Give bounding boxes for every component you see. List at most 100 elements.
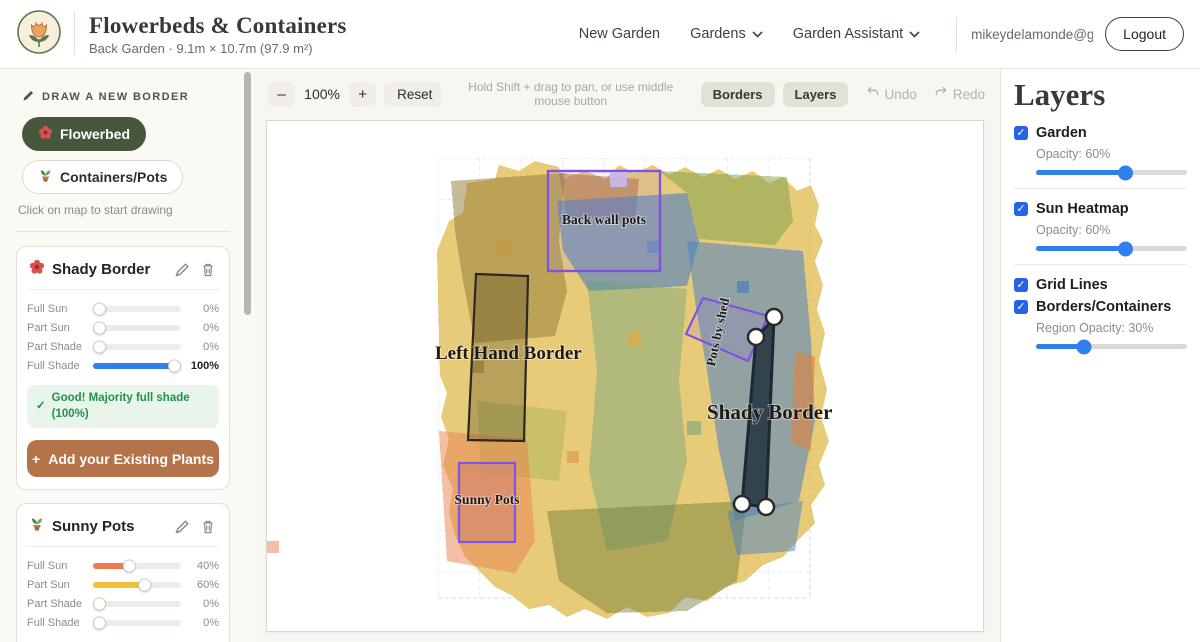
sun-slider-row: Full Shade 100% <box>27 356 219 375</box>
part-sun-slider[interactable] <box>93 325 181 331</box>
app-logo <box>16 9 62 60</box>
plus-icon: + <box>32 451 40 467</box>
full-shade-slider[interactable] <box>93 363 181 369</box>
draw-hint: Click on map to start drawing <box>18 203 230 217</box>
zoom-out-button[interactable]: – <box>268 82 295 107</box>
logout-button[interactable]: Logout <box>1105 17 1184 51</box>
region-name: Sunny Pots <box>52 518 166 535</box>
app-header: Flowerbeds & Containers Back Garden · 9.… <box>0 0 1200 69</box>
sun-heatmap-layer-checkbox[interactable]: ✓ <box>1014 202 1028 216</box>
pencil-icon <box>22 89 35 105</box>
resize-handle[interactable] <box>766 309 782 325</box>
resize-handle[interactable] <box>734 496 750 512</box>
redo-button[interactable]: Redo <box>935 86 985 102</box>
add-existing-plants-button[interactable]: + Add your Existing Plants <box>27 440 219 477</box>
layers-panel: Layers ✓ Garden Opacity: 60% ✓ Sun Heatm… <box>1000 69 1200 642</box>
hibiscus-flower-icon <box>38 125 53 143</box>
garden-subtitle: Back Garden · 9.1m × 10.7m (97.9 m²) <box>89 41 347 56</box>
part-shade-slider[interactable] <box>93 344 181 350</box>
sun-slider-row: Part Sun 60% <box>27 575 219 594</box>
reset-view-button[interactable]: Reset <box>384 82 441 107</box>
full-sun-slider[interactable] <box>93 563 181 569</box>
sun-heatmap-opacity-slider[interactable] <box>1036 246 1187 251</box>
flowerbed-button[interactable]: Flowerbed <box>22 117 146 151</box>
slider-thumb[interactable] <box>168 359 181 372</box>
page-title: Flowerbeds & Containers <box>89 13 347 39</box>
redo-icon <box>935 86 948 102</box>
garden-map-canvas[interactable]: Back wall pots Left Hand Border Sunny Po… <box>266 120 984 632</box>
slider-thumb[interactable] <box>123 559 136 572</box>
sidebar: DRAW A NEW BORDER Flowerbed Containers/P… <box>0 69 255 642</box>
hibiscus-flower-icon <box>29 259 45 280</box>
nav-gardens[interactable]: Gardens <box>690 26 763 42</box>
nav-new-garden[interactable]: New Garden <box>579 26 660 42</box>
sun-slider-row: Part Sun 0% <box>27 318 219 337</box>
resize-handle[interactable] <box>748 329 764 345</box>
chevron-down-icon <box>909 31 920 38</box>
borders-containers-layer-checkbox[interactable]: ✓ <box>1014 300 1028 314</box>
grid-lines-layer-checkbox[interactable]: ✓ <box>1014 278 1028 292</box>
slider-thumb[interactable] <box>93 321 106 334</box>
potted-plant-icon <box>38 168 53 186</box>
sun-slider-row: Part Shade 0% <box>27 337 219 356</box>
layers-toggle-button[interactable]: Layers <box>783 82 849 107</box>
sidebar-scrollbar[interactable] <box>244 72 251 315</box>
garden-opacity-slider[interactable] <box>1036 170 1187 175</box>
map-toolbar: – 100% + Reset Hold Shift + drag to pan,… <box>255 69 1000 118</box>
region-opacity-label: Region Opacity: 30% <box>1036 321 1187 335</box>
opacity-label: Opacity: 60% <box>1036 223 1187 237</box>
sun-slider-row: Full Sun 40% <box>27 556 219 575</box>
slider-thumb[interactable] <box>93 616 106 629</box>
resize-handle[interactable] <box>758 499 774 515</box>
delete-region-icon[interactable] <box>199 260 217 279</box>
map-label-shady-border: Shady Border <box>707 400 832 424</box>
sun-slider-row: Part Shade 0% <box>27 594 219 613</box>
region-opacity-slider[interactable] <box>1036 344 1187 349</box>
panel-divider <box>1014 264 1187 265</box>
header-divider <box>74 13 75 55</box>
full-sun-slider[interactable] <box>93 306 181 312</box>
region-card-sunny-pots: Sunny Pots Full Sun 40% Part Sun 60% Par… <box>16 503 230 642</box>
map-label-sunny-pots: Sunny Pots <box>455 492 520 507</box>
slider-thumb[interactable] <box>93 340 106 353</box>
zoom-in-button[interactable]: + <box>349 82 376 107</box>
map-label-left-hand-border: Left Hand Border <box>435 343 582 364</box>
nav-garden-assistant[interactable]: Garden Assistant <box>793 26 920 42</box>
slider-thumb[interactable] <box>1118 241 1133 256</box>
check-icon: ✓ <box>36 399 46 415</box>
opacity-label: Opacity: 60% <box>1036 147 1187 161</box>
chevron-down-icon <box>752 31 763 38</box>
undo-icon <box>866 86 879 102</box>
pan-hint: Hold Shift + drag to pan, or use middle … <box>449 80 693 108</box>
header-divider <box>956 17 957 51</box>
edit-region-icon[interactable] <box>173 517 192 536</box>
region-name: Shady Border <box>52 261 166 278</box>
garden-layer-checkbox[interactable]: ✓ <box>1014 126 1028 140</box>
success-note: ✓ Good! Majority full shade (100%) <box>27 385 219 428</box>
potted-plant-icon <box>29 516 45 537</box>
slider-thumb[interactable] <box>1118 165 1133 180</box>
map-label-back-wall-pots: Back wall pots <box>562 212 646 227</box>
slider-thumb[interactable] <box>93 597 106 610</box>
borders-toggle-button[interactable]: Borders <box>701 82 775 107</box>
sidebar-divider <box>16 231 230 232</box>
layers-panel-title: Layers <box>1014 77 1187 113</box>
region-card-shady-border: Shady Border Full Sun 0% Part Sun 0% Par… <box>16 246 230 490</box>
zoom-level: 100% <box>303 86 341 102</box>
sun-slider-row: Full Sun 0% <box>27 299 219 318</box>
containers-pots-button[interactable]: Containers/Pots <box>22 160 183 194</box>
part-shade-slider[interactable] <box>93 601 181 607</box>
slider-thumb[interactable] <box>93 302 106 315</box>
draw-section-title: DRAW A NEW BORDER <box>22 89 230 105</box>
panel-divider <box>1014 188 1187 189</box>
part-sun-slider[interactable] <box>93 582 181 588</box>
undo-button[interactable]: Undo <box>866 86 916 102</box>
edit-region-icon[interactable] <box>173 260 192 279</box>
region-back-wall-pots-handle[interactable] <box>610 172 627 187</box>
user-email: mikeydelamonde@g... <box>971 27 1093 42</box>
header-nav: New Garden Gardens Garden Assistant <box>579 26 920 42</box>
slider-thumb[interactable] <box>1077 339 1092 354</box>
delete-region-icon[interactable] <box>199 517 217 536</box>
full-shade-slider[interactable] <box>93 620 181 626</box>
slider-thumb[interactable] <box>138 578 151 591</box>
